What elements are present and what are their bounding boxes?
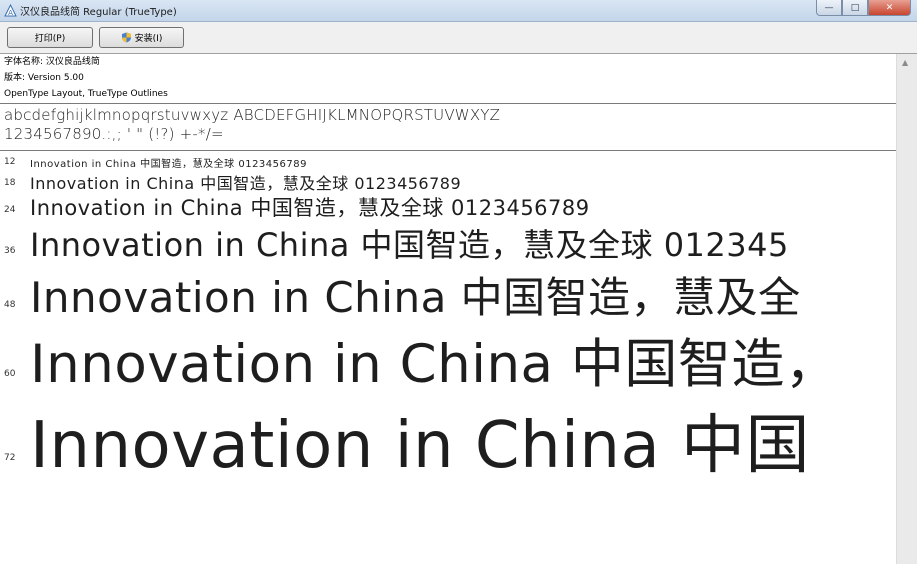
minimize-icon: — — [824, 2, 834, 13]
close-button[interactable]: ✕ — [868, 0, 911, 16]
size-label-60: 60 — [4, 369, 16, 379]
sample-48: Innovation in China 中国智造，慧及全 — [30, 273, 801, 322]
shield-icon — [121, 32, 131, 43]
svg-text:A: A — [8, 9, 13, 17]
toolbar: 打印(P) 安装(I) — [0, 22, 917, 54]
divider — [0, 150, 896, 151]
sample-18: Innovation in China 中国智造，慧及全球 0123456789 — [30, 174, 462, 193]
sample-12: Innovation in China 中国智造，慧及全球 0123456789 — [30, 159, 307, 170]
install-button[interactable]: 安装(I) — [99, 27, 184, 48]
print-button-label: 打印(P) — [34, 34, 66, 44]
sample-60: Innovation in China 中国智造， — [30, 334, 839, 395]
size-label-12: 12 — [4, 157, 16, 167]
minimize-button[interactable]: — — [816, 0, 842, 16]
font-name-line: 字体名称: 汉仪良品线简 — [4, 57, 100, 67]
sample-24: Innovation in China 中国智造，慧及全球 0123456789 — [30, 196, 590, 220]
size-label-72: 72 — [4, 453, 16, 463]
print-button[interactable]: 打印(P) — [7, 27, 93, 48]
maximize-icon: □ — [850, 2, 860, 13]
sample-72: Innovation in China 中国 — [30, 409, 811, 483]
font-file-icon: A — [4, 4, 17, 17]
close-icon: ✕ — [885, 2, 894, 13]
window-title: 汉仪良品线简 Regular (TrueType) — [20, 7, 177, 18]
divider — [0, 103, 896, 104]
size-label-24: 24 — [4, 205, 16, 215]
maximize-button[interactable]: □ — [842, 0, 868, 16]
version-line: 版本: Version 5.00 — [4, 73, 84, 83]
install-button-label: 安装(I) — [134, 34, 163, 44]
size-label-18: 18 — [4, 178, 16, 188]
font-preview: 字体名称: 汉仪良品线简 版本: Version 5.00 OpenType L… — [0, 54, 896, 564]
size-label-36: 36 — [4, 246, 16, 256]
font-type-line: OpenType Layout, TrueType Outlines — [4, 89, 168, 99]
charset-digits: 1234567890.:,; ' " (!?) +-*/= — [4, 125, 224, 143]
sample-36: Innovation in China 中国智造，慧及全球 012345 — [30, 226, 789, 264]
window-controls: — □ ✕ — [816, 0, 911, 17]
vertical-scrollbar[interactable]: ▲ — [896, 54, 917, 564]
scroll-up-icon[interactable]: ▲ — [902, 58, 908, 67]
title-bar: A 汉仪良品线简 Regular (TrueType) — □ ✕ — [0, 0, 917, 22]
size-label-48: 48 — [4, 300, 16, 310]
charset-letters: abcdefghijklmnopqrstuvwxyz ABCDEFGHIJKLM… — [4, 106, 501, 124]
